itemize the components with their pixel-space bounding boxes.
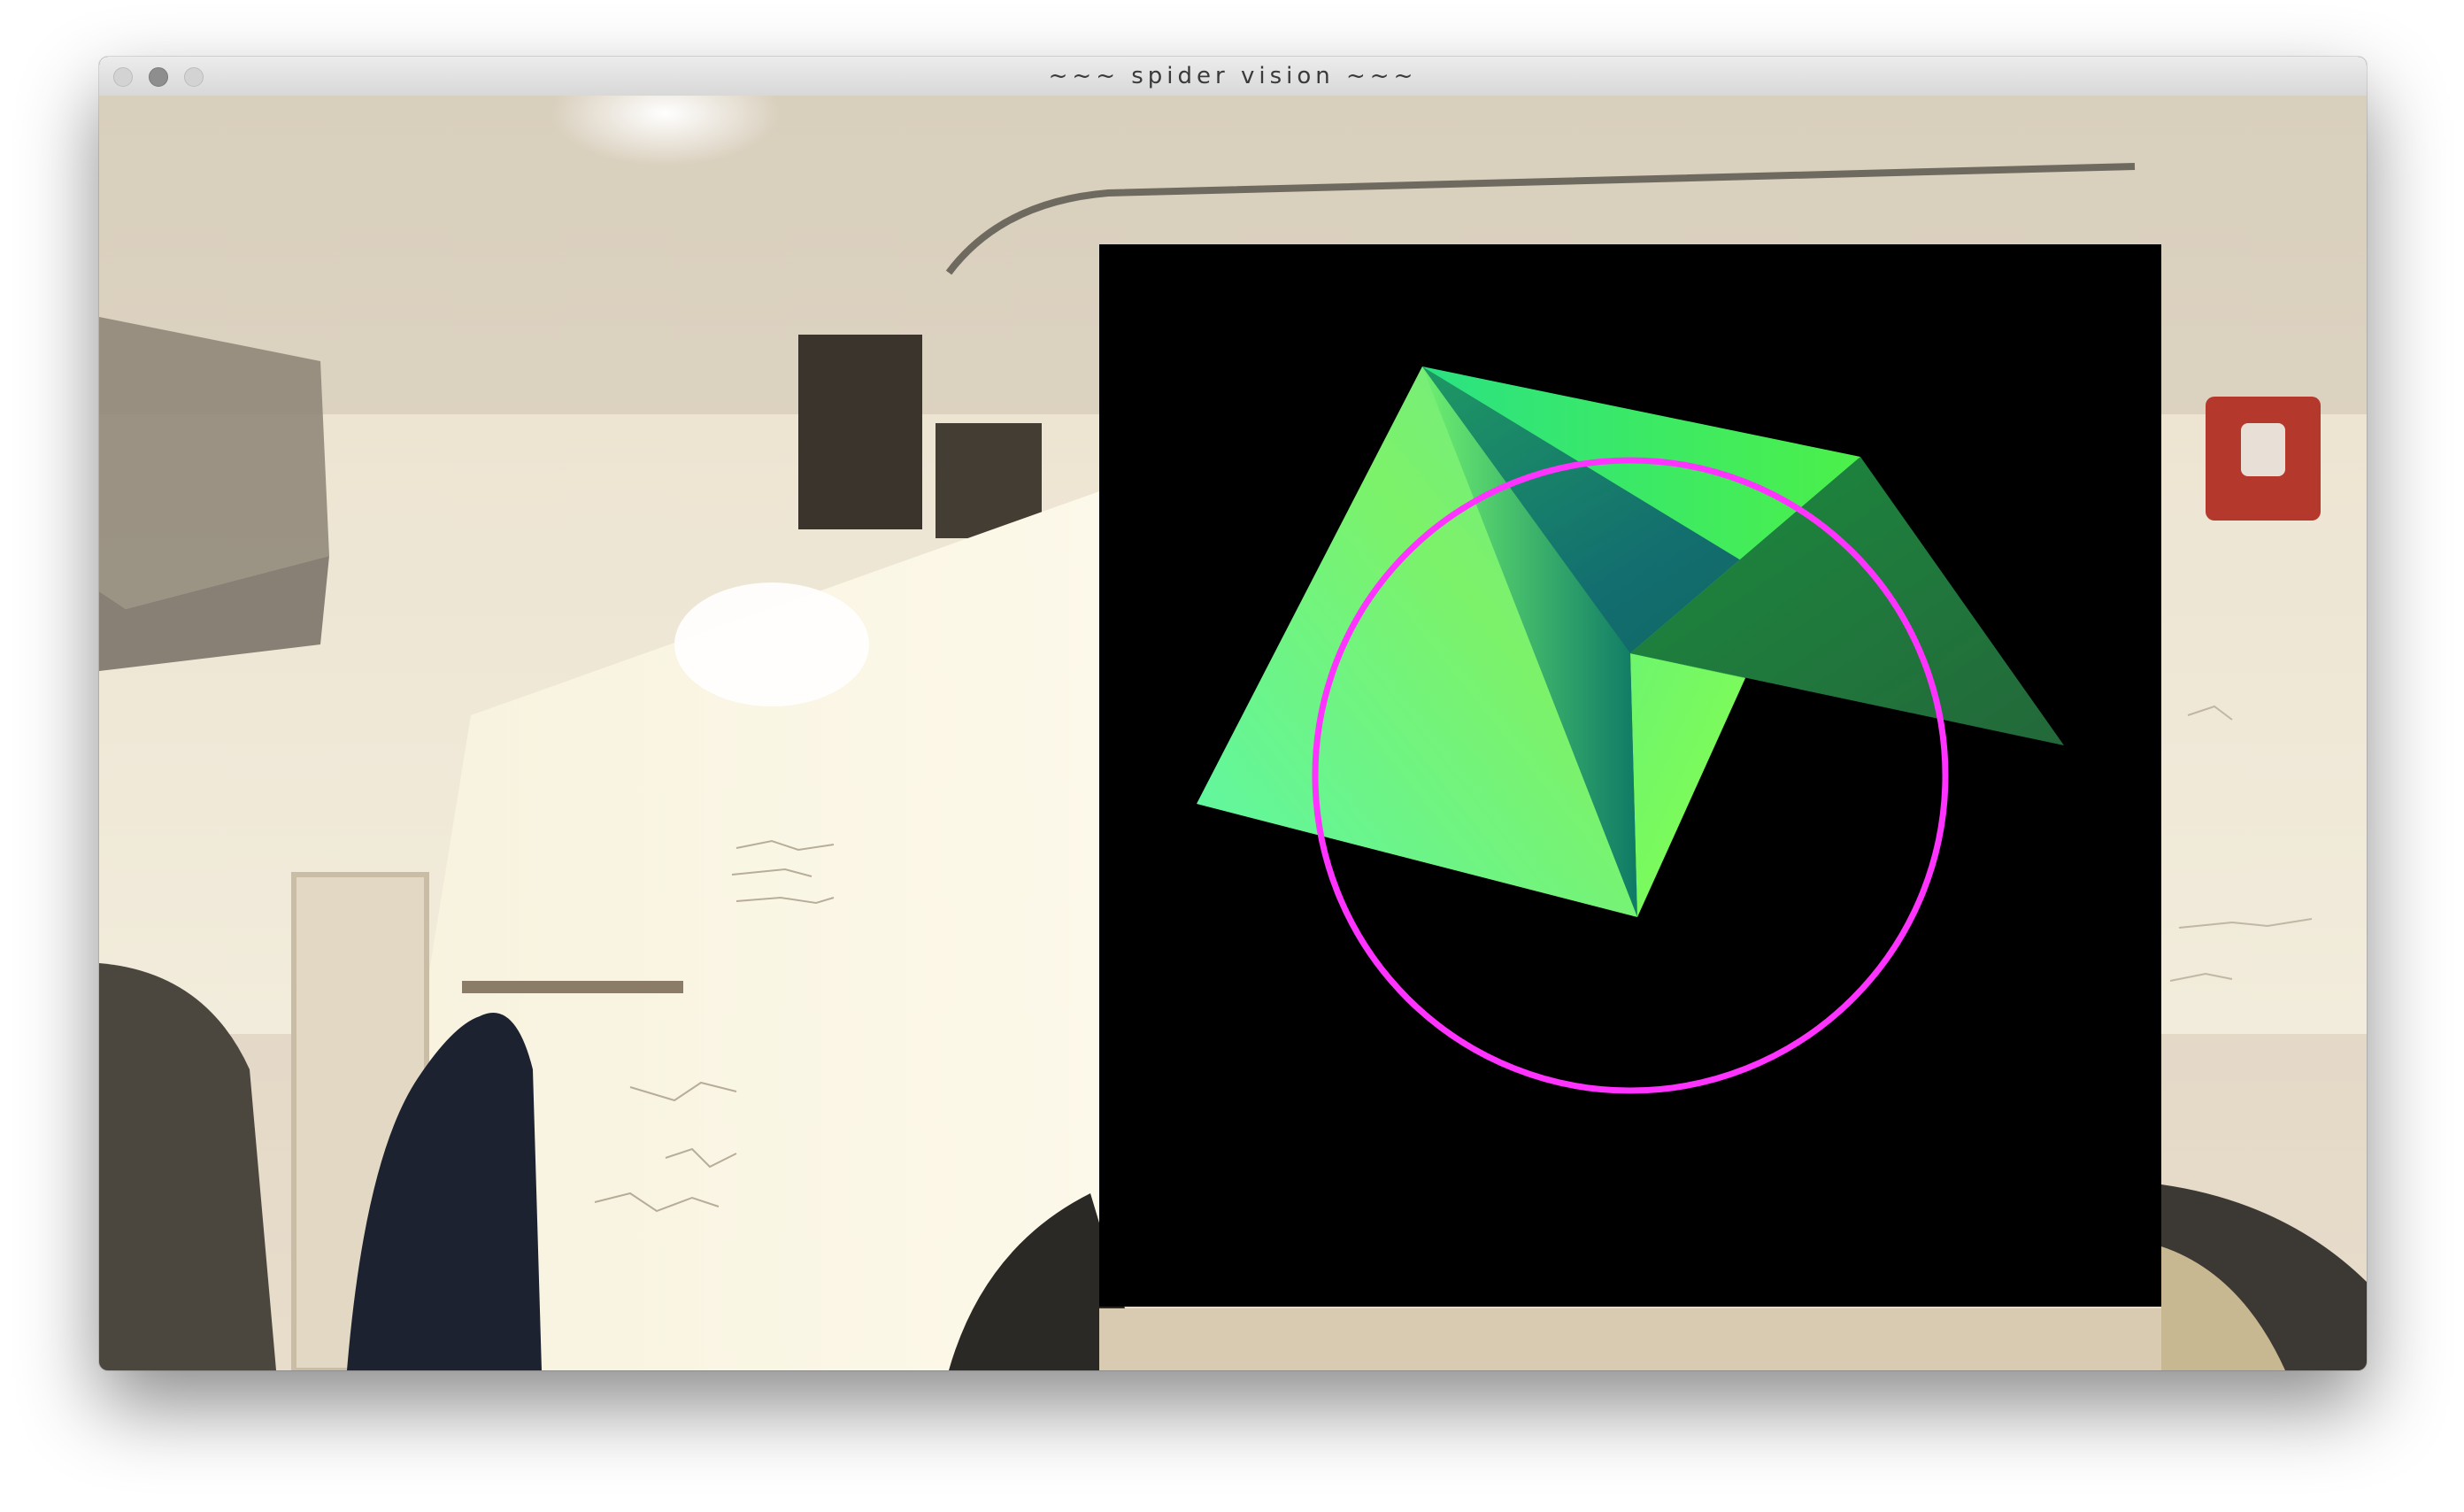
- window-title: ~~~ spider vision ~~~: [1048, 63, 1418, 89]
- fire-alarm-lens: [2241, 423, 2285, 476]
- whiteboard-glare: [674, 582, 869, 706]
- coat-rack: [462, 981, 683, 993]
- app-window: ~~~ spider vision ~~~: [99, 57, 2367, 1370]
- camera-view: [99, 96, 2367, 1370]
- render-panel: [1099, 244, 2161, 1307]
- render-canvas: [1197, 366, 2064, 1094]
- dark-window-left: [798, 335, 922, 529]
- title-bar[interactable]: ~~~ spider vision ~~~: [99, 57, 2367, 96]
- person-face: [1099, 1308, 2161, 1370]
- desktop: ~~~ spider vision ~~~: [0, 0, 2464, 1512]
- shape-face-front: [1630, 653, 1745, 917]
